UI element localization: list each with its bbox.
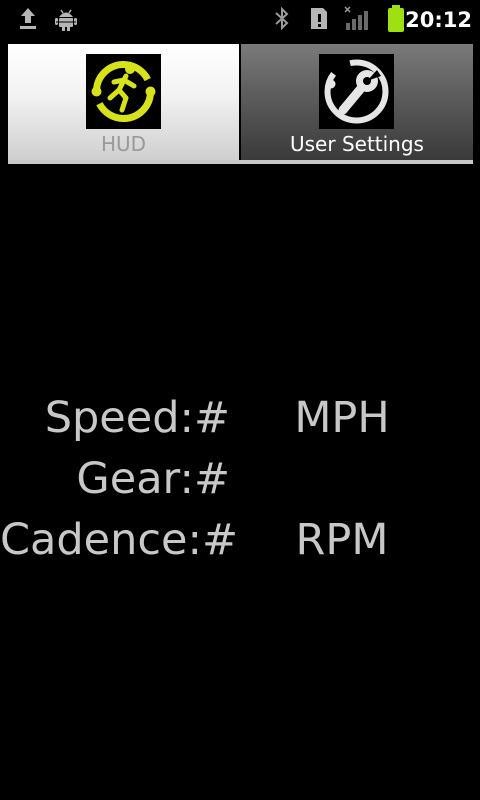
runner-icon	[86, 54, 161, 129]
tab-underline	[8, 160, 473, 164]
tab-user-settings[interactable]: User Settings	[241, 44, 473, 160]
cadence-label: Cadence:#	[0, 515, 238, 565]
upload-icon	[20, 8, 36, 29]
status-bar: 20:12	[0, 0, 480, 38]
tab-bar: HUD User Settings	[8, 44, 473, 164]
speed-unit: MPH	[294, 393, 390, 443]
android-debug-icon	[55, 9, 77, 31]
cadence-unit: RPM	[295, 515, 389, 565]
bluetooth-icon	[275, 6, 289, 31]
wrench-icon	[319, 54, 394, 129]
clock: 20:12	[405, 8, 472, 32]
battery-icon	[388, 5, 404, 32]
sd-card-icon	[311, 8, 327, 29]
signal-icon	[344, 6, 368, 30]
tab-hud[interactable]: HUD	[8, 44, 239, 160]
tab-label-user-settings: User Settings	[290, 132, 424, 156]
speed-label: Speed:#	[44, 393, 230, 443]
gear-label: Gear:#	[76, 454, 230, 504]
tab-label-hud: HUD	[100, 132, 147, 156]
